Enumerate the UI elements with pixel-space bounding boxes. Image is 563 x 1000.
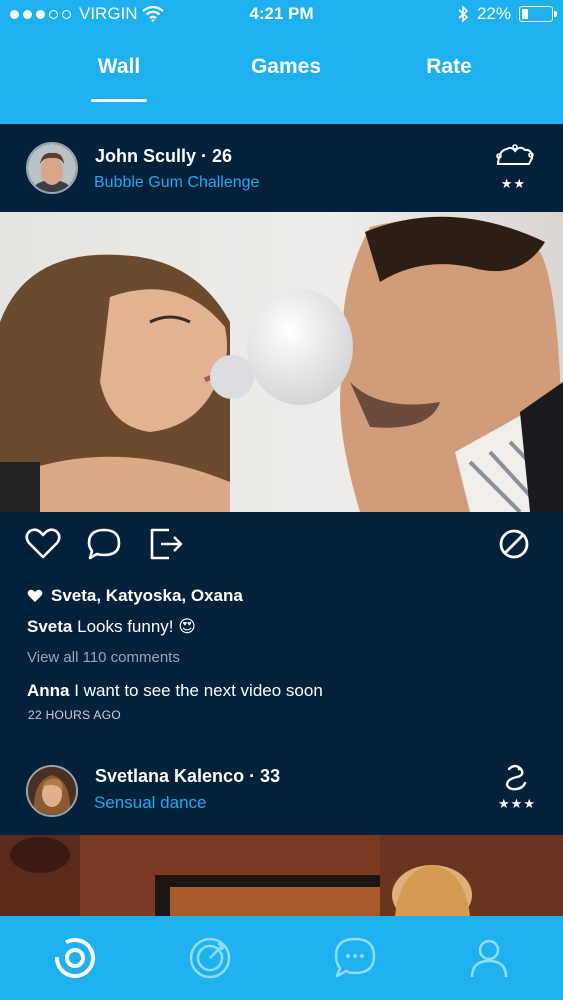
liked-by-names: Sveta, Katyoska, Oxana xyxy=(51,586,243,605)
post-timestamp: 22 HOURS AGO xyxy=(28,708,121,722)
rating-stars: ★★★ xyxy=(498,796,536,811)
rating-stars: ★★ xyxy=(500,176,526,191)
comment-text: I want to see the next video soon xyxy=(74,681,323,700)
tab-wall[interactable]: Wall xyxy=(49,55,189,79)
challenge-link[interactable]: Sensual dance xyxy=(94,793,206,813)
bluetooth-icon xyxy=(458,5,469,23)
top-header: VIRGIN 4:21 PM 22% Wall Games Rate xyxy=(0,0,563,124)
chat-icon[interactable] xyxy=(330,933,380,983)
profile-icon[interactable] xyxy=(464,933,514,983)
heart-small-icon xyxy=(27,589,43,602)
comment-author[interactable]: Sveta xyxy=(27,617,72,636)
post-image xyxy=(0,835,563,916)
challenge-link[interactable]: Bubble Gum Challenge xyxy=(94,174,259,192)
comment-icon[interactable] xyxy=(85,525,123,563)
post-header: Svetlana Kalenco · 33 Sensual dance ★★★ xyxy=(0,745,563,833)
status-right: 22% xyxy=(457,4,557,24)
comment-author[interactable]: Anna xyxy=(27,681,70,700)
comment-row: Sveta Looks funny! 😍 xyxy=(27,617,196,637)
post-image xyxy=(0,212,563,512)
tab-bar: Wall Games Rate xyxy=(0,55,563,105)
snake-icon xyxy=(505,764,527,791)
status-bar: VIRGIN 4:21 PM 22% xyxy=(0,0,563,30)
comment-text: Looks funny! 😍 xyxy=(77,617,196,636)
post-actions xyxy=(0,525,563,565)
heart-icon[interactable] xyxy=(24,525,62,563)
jester-hat-icon xyxy=(496,144,534,165)
username[interactable]: Svetlana Kalenco · 33 xyxy=(95,766,280,787)
bottom-nav xyxy=(0,916,563,1000)
username[interactable]: John Scully · 26 xyxy=(95,146,232,167)
block-icon[interactable] xyxy=(495,525,533,563)
liked-by[interactable]: Sveta, Katyoska, Oxana xyxy=(27,586,243,606)
tab-rate[interactable]: Rate xyxy=(379,55,519,79)
active-tab-indicator xyxy=(91,99,147,102)
share-icon[interactable] xyxy=(147,525,185,563)
battery-fill xyxy=(522,9,528,19)
home-ring-icon[interactable] xyxy=(50,933,100,983)
comment-row: Anna I want to see the next video soon xyxy=(27,681,323,701)
post-header: John Scully · 26 Bubble Gum Challenge ★★ xyxy=(0,124,563,212)
avatar-image xyxy=(28,767,76,815)
battery-percent: 22% xyxy=(476,4,511,23)
post-photo[interactable] xyxy=(0,212,563,512)
avatar-image xyxy=(28,144,76,192)
tab-games[interactable]: Games xyxy=(216,55,356,79)
post-photo[interactable] xyxy=(0,835,563,916)
battery-icon xyxy=(519,6,557,22)
avatar[interactable] xyxy=(26,142,78,194)
target-icon[interactable] xyxy=(185,933,235,983)
view-all-comments[interactable]: View all 110 comments xyxy=(27,649,180,666)
avatar[interactable] xyxy=(26,765,78,817)
